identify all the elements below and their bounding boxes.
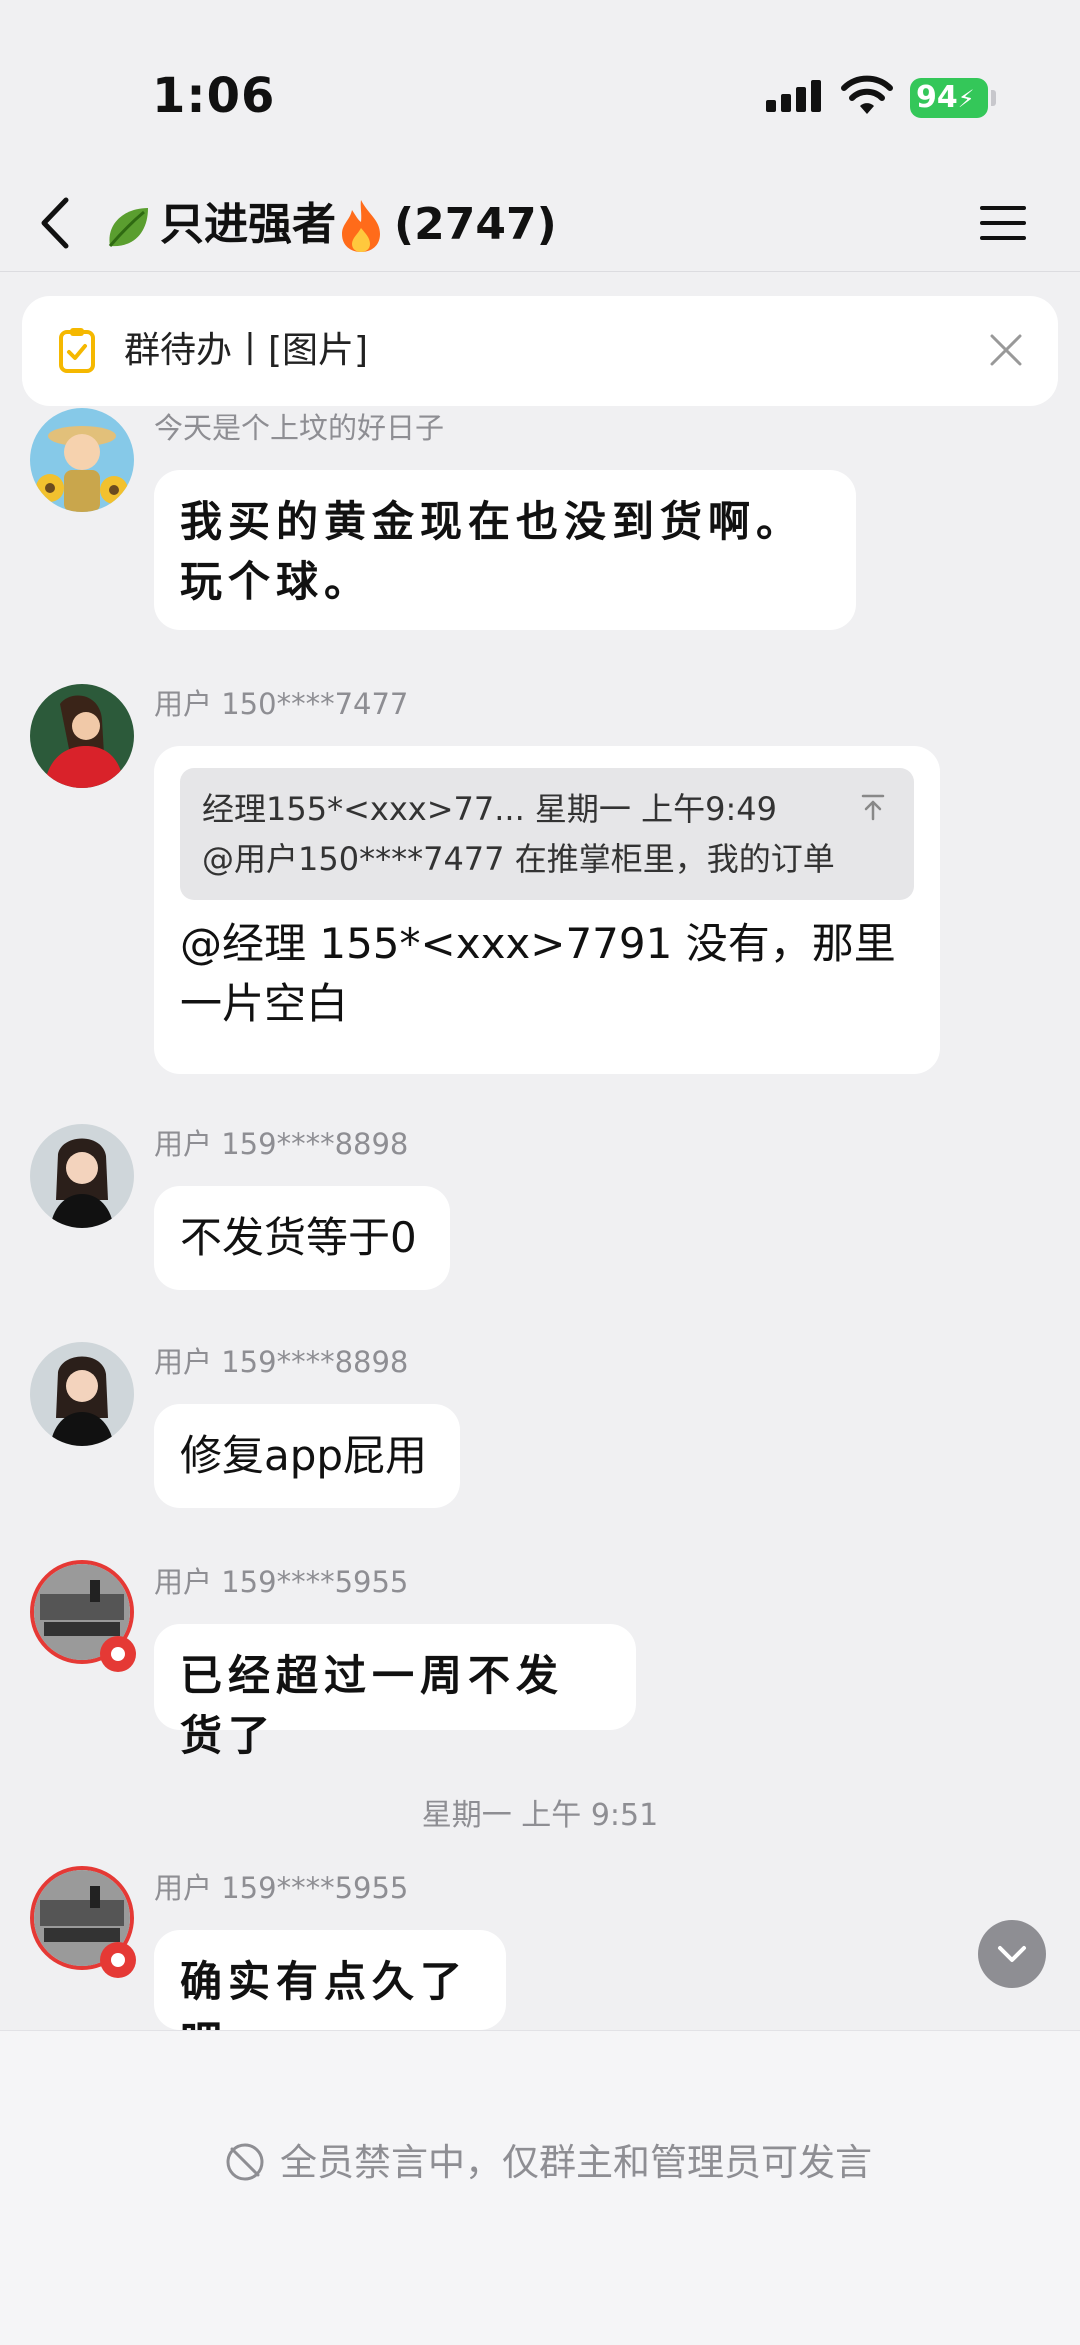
battery-icon: 94⚡ xyxy=(910,78,988,118)
avatar-badge-icon xyxy=(100,1636,136,1672)
message-text: 不发货等于0 xyxy=(180,1213,417,1262)
message-bubble[interactable]: 不发货等于0 xyxy=(154,1186,450,1290)
quote-body: @用户150****7477 在推掌柜里，我的订单 xyxy=(202,840,835,878)
member-count: (2747) xyxy=(394,199,557,250)
sender-name: 今天是个上坟的好日子 xyxy=(154,411,445,445)
message-bubble[interactable]: 确实有点久了吧 xyxy=(154,1930,506,2066)
avatar[interactable] xyxy=(30,1342,134,1446)
wifi-icon xyxy=(841,75,893,114)
battery-nub xyxy=(991,90,996,106)
sender-name: 用户 159****5955 xyxy=(154,1565,409,1599)
status-bar: 1:06 94⚡ xyxy=(0,0,1080,180)
sender-name: 用户 159****8898 xyxy=(154,1127,409,1161)
back-icon[interactable] xyxy=(34,188,74,258)
todo-text: 群待办丨[图片] xyxy=(124,330,369,371)
message-text: 我买的黄金现在也没到货啊。玩个球。 xyxy=(180,497,805,606)
sender-name: 用户 159****8898 xyxy=(154,1345,409,1379)
chat-header: 只进强者 (2747) xyxy=(0,180,1080,272)
pin-top-icon[interactable] xyxy=(858,792,888,822)
message-bubble[interactable]: 我买的黄金现在也没到货啊。玩个球。 xyxy=(154,470,856,630)
sender-name: 用户 159****5955 xyxy=(154,1871,409,1905)
message-text: 修复app屁用 xyxy=(180,1431,428,1480)
leaf-icon xyxy=(108,208,148,247)
message-bubble[interactable]: 经理155*<xxx>77... 星期一 上午9:49 @用户150****74… xyxy=(154,746,940,1074)
message-text: 已经超过一周不发货了 xyxy=(180,1651,565,1760)
quoted-message[interactable]: 经理155*<xxx>77... 星期一 上午9:49 @用户150****74… xyxy=(180,768,914,900)
group-todo-banner[interactable]: 群待办丨[图片] xyxy=(22,296,1058,406)
input-bar-muted: 全员禁言中，仅群主和管理员可发言 xyxy=(0,2030,1080,2345)
todo-icon xyxy=(59,328,95,373)
avatar-badge-icon xyxy=(100,1942,136,1978)
group-name: 只进强者 xyxy=(160,199,336,250)
status-time: 1:06 xyxy=(152,68,276,124)
sender-name: 用户 150****7477 xyxy=(154,687,409,721)
time-divider: 星期一 上午 9:51 xyxy=(421,1798,659,1833)
quote-header: 经理155*<xxx>77... 星期一 上午9:49 xyxy=(202,790,777,828)
avatar[interactable] xyxy=(30,684,134,788)
scroll-down-button[interactable] xyxy=(978,1920,1046,1988)
avatar[interactable] xyxy=(30,1124,134,1228)
close-icon[interactable] xyxy=(988,332,1024,368)
message-text: @经理 155*<xxx>7791 没有，那里一片空白 xyxy=(180,919,896,1028)
message-bubble[interactable]: 修复app屁用 xyxy=(154,1404,460,1508)
avatar[interactable] xyxy=(30,408,134,512)
fire-icon xyxy=(342,200,380,252)
mute-icon xyxy=(226,2143,264,2181)
mute-notice: 全员禁言中，仅群主和管理员可发言 xyxy=(280,2141,872,2184)
message-bubble[interactable]: 已经超过一周不发货了 xyxy=(154,1624,636,1760)
battery-level: 94 xyxy=(916,80,958,115)
scroll-down-icon xyxy=(998,1946,1026,1962)
signal-icon xyxy=(766,80,821,112)
menu-icon[interactable] xyxy=(978,198,1028,248)
